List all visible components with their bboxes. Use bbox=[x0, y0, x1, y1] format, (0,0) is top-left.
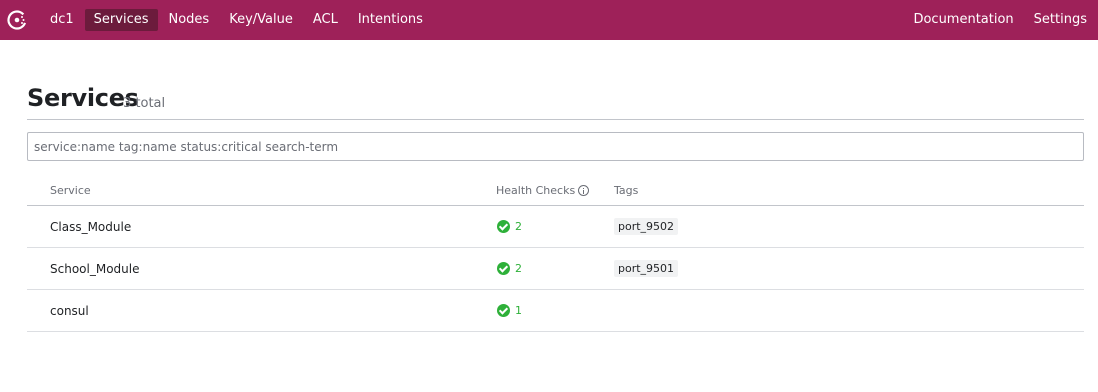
column-header-health-label: Health Checks bbox=[496, 184, 576, 197]
passing-count: 2 bbox=[515, 262, 522, 275]
service-count: 3 total bbox=[123, 96, 166, 111]
service-name[interactable]: School_Module bbox=[50, 262, 139, 276]
health-status: 1 bbox=[497, 304, 522, 317]
passing-check-icon bbox=[497, 262, 510, 275]
nav-item-acl[interactable]: ACL bbox=[304, 9, 347, 31]
service-name[interactable]: Class_Module bbox=[50, 220, 131, 234]
health-status: 2 bbox=[497, 220, 522, 233]
page-title: Services bbox=[27, 84, 139, 112]
passing-check-icon bbox=[497, 304, 510, 317]
search-input[interactable] bbox=[27, 132, 1084, 161]
health-status: 2 bbox=[497, 262, 522, 275]
top-navigation-bar: dc1 Services Nodes Key/Value ACL Intenti… bbox=[0, 0, 1098, 40]
services-table: Service Health Checks Tags Class_Module … bbox=[27, 174, 1084, 332]
tag-list: port_9501 bbox=[614, 260, 679, 277]
table-row[interactable]: consul 1 bbox=[27, 290, 1084, 332]
passing-check-icon bbox=[497, 220, 510, 233]
secondary-nav: Documentation Settings bbox=[904, 9, 1098, 31]
table-row[interactable]: Class_Module 2 port_9502 bbox=[27, 206, 1084, 248]
datacenter-selector[interactable]: dc1 bbox=[41, 9, 83, 31]
passing-count: 2 bbox=[515, 220, 522, 233]
nav-item-intentions[interactable]: Intentions bbox=[349, 9, 432, 31]
page-header: Services 3 total bbox=[27, 84, 1084, 120]
nav-item-settings[interactable]: Settings bbox=[1025, 9, 1096, 31]
passing-count: 1 bbox=[515, 304, 522, 317]
column-header-tags: Tags bbox=[614, 184, 639, 197]
tag-list: port_9502 bbox=[614, 218, 679, 235]
service-name[interactable]: consul bbox=[50, 304, 89, 318]
primary-nav: dc1 Services Nodes Key/Value ACL Intenti… bbox=[41, 9, 434, 31]
info-icon[interactable] bbox=[578, 185, 590, 196]
nav-item-services[interactable]: Services bbox=[84, 9, 158, 31]
tag-badge: port_9502 bbox=[614, 218, 679, 235]
column-header-service: Service bbox=[50, 184, 91, 197]
tag-badge: port_9501 bbox=[614, 260, 679, 277]
column-header-health-checks: Health Checks bbox=[496, 184, 590, 197]
consul-logo-icon[interactable] bbox=[6, 9, 28, 31]
nav-item-key-value[interactable]: Key/Value bbox=[220, 9, 302, 31]
nav-item-documentation[interactable]: Documentation bbox=[904, 9, 1022, 31]
table-header: Service Health Checks Tags bbox=[27, 174, 1084, 206]
table-row[interactable]: School_Module 2 port_9501 bbox=[27, 248, 1084, 290]
nav-item-nodes[interactable]: Nodes bbox=[160, 9, 219, 31]
